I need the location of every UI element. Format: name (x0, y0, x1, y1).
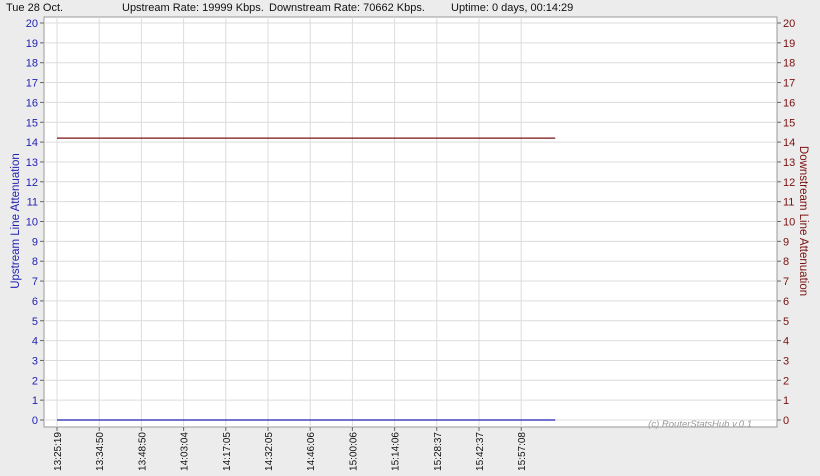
uptime-text: Uptime: 0 days, 00:14:29 (451, 2, 574, 14)
right-tick-label-8: 8 (783, 256, 789, 268)
left-tick-label-2: 2 (32, 375, 38, 387)
x-tick-label-2: 13:48:50 (137, 432, 148, 471)
left-tick-label-1: 1 (32, 395, 38, 407)
left-tick-label-0: 0 (32, 415, 38, 427)
x-tick-label-10: 15:42:37 (475, 432, 486, 471)
right-tick-label-3: 3 (783, 355, 789, 367)
right-tick-label-16: 16 (783, 97, 795, 109)
downstream-rate-text: Downstream Rate: 70662 Kbps. (269, 2, 425, 14)
left-tick-label-16: 16 (26, 97, 38, 109)
right-tick-label-1: 1 (783, 395, 789, 407)
left-tick-label-8: 8 (32, 256, 38, 268)
x-tick-label-1: 13:34:50 (95, 432, 106, 471)
left-tick-label-20: 20 (26, 18, 38, 30)
x-tick-label-0: 13:25:19 (53, 432, 64, 471)
right-tick-label-11: 11 (783, 197, 794, 209)
right-tick-label-17: 17 (783, 78, 795, 90)
x-tick-label-4: 14:17:05 (222, 432, 233, 471)
right-tick-label-20: 20 (783, 18, 795, 30)
left-tick-label-7: 7 (32, 276, 38, 288)
left-tick-label-13: 13 (26, 157, 38, 169)
right-tick-label-7: 7 (783, 276, 789, 288)
left-tick-label-19: 19 (26, 38, 38, 50)
x-tick-label-9: 15:28:37 (433, 432, 444, 471)
x-tick-label-5: 14:32:05 (264, 432, 275, 471)
x-tick-labels: 13:25:19 13:34:50 13:48:50 14:03:04 14:17:05… (53, 432, 528, 471)
left-tick-label-18: 18 (26, 58, 38, 70)
right-tick-label-4: 4 (783, 336, 789, 348)
right-axis-title: Downstream Line Attenuation (797, 146, 809, 296)
right-tick-label-12: 12 (783, 177, 795, 189)
right-tick-label-5: 5 (783, 316, 789, 328)
upstream-rate-text: Upstream Rate: 19999 Kbps. (122, 2, 264, 14)
left-tick-label-4: 4 (32, 336, 38, 348)
left-tick-label-10: 10 (26, 217, 38, 229)
right-tick-label-2: 2 (783, 375, 789, 387)
x-tick-label-7: 15:00:06 (348, 432, 359, 471)
right-tick-label-13: 13 (783, 157, 795, 169)
right-tick-label-0: 0 (783, 415, 789, 427)
left-tick-label-3: 3 (32, 355, 38, 367)
date-text: Tue 28 Oct. (6, 2, 64, 14)
left-tick-label-14: 14 (26, 137, 38, 149)
horizontal-gridlines (40, 22, 781, 421)
right-tick-label-9: 9 (783, 236, 789, 248)
left-tick-label-6: 6 (32, 296, 38, 308)
right-tick-label-6: 6 (783, 296, 789, 308)
right-tick-label-19: 19 (783, 38, 795, 50)
watermark-text: (c) RouterStatsHub v.0.1 (648, 419, 752, 430)
right-tick-label-18: 18 (783, 58, 795, 70)
right-tick-label-15: 15 (783, 117, 795, 129)
left-tick-label-17: 17 (26, 78, 38, 90)
attenuation-chart: 01234567891011121314151617181920 0123456… (10, 16, 809, 471)
left-tick-label-15: 15 (26, 117, 38, 129)
x-tick-label-3: 14:03:04 (180, 432, 191, 471)
right-y-tick-labels: 01234567891011121314151617181920 (783, 18, 795, 427)
right-tick-label-10: 10 (783, 217, 795, 229)
left-tick-label-5: 5 (32, 316, 38, 328)
left-y-tick-labels: 01234567891011121314151617181920 (26, 18, 38, 427)
left-tick-label-11: 11 (27, 197, 38, 209)
router-stats-window: 0 1 2 3 4 5 6 7 8 9 10 11 12 13 14 15 16 17 18 19 20 0123456… (0, 0, 820, 476)
left-tick-label-12: 12 (26, 177, 38, 189)
left-axis-title: Upstream Line Attenuation (10, 153, 22, 289)
left-tick-label-9: 9 (32, 236, 38, 248)
status-header: Tue 28 Oct. Upstream Rate: 19999 Kbps. D… (0, 0, 820, 16)
right-tick-label-14: 14 (783, 137, 795, 149)
x-tick-label-6: 14:46:06 (306, 432, 317, 471)
x-tick-label-11: 15:57:08 (517, 432, 528, 471)
x-tick-label-8: 15:14:06 (391, 432, 402, 471)
